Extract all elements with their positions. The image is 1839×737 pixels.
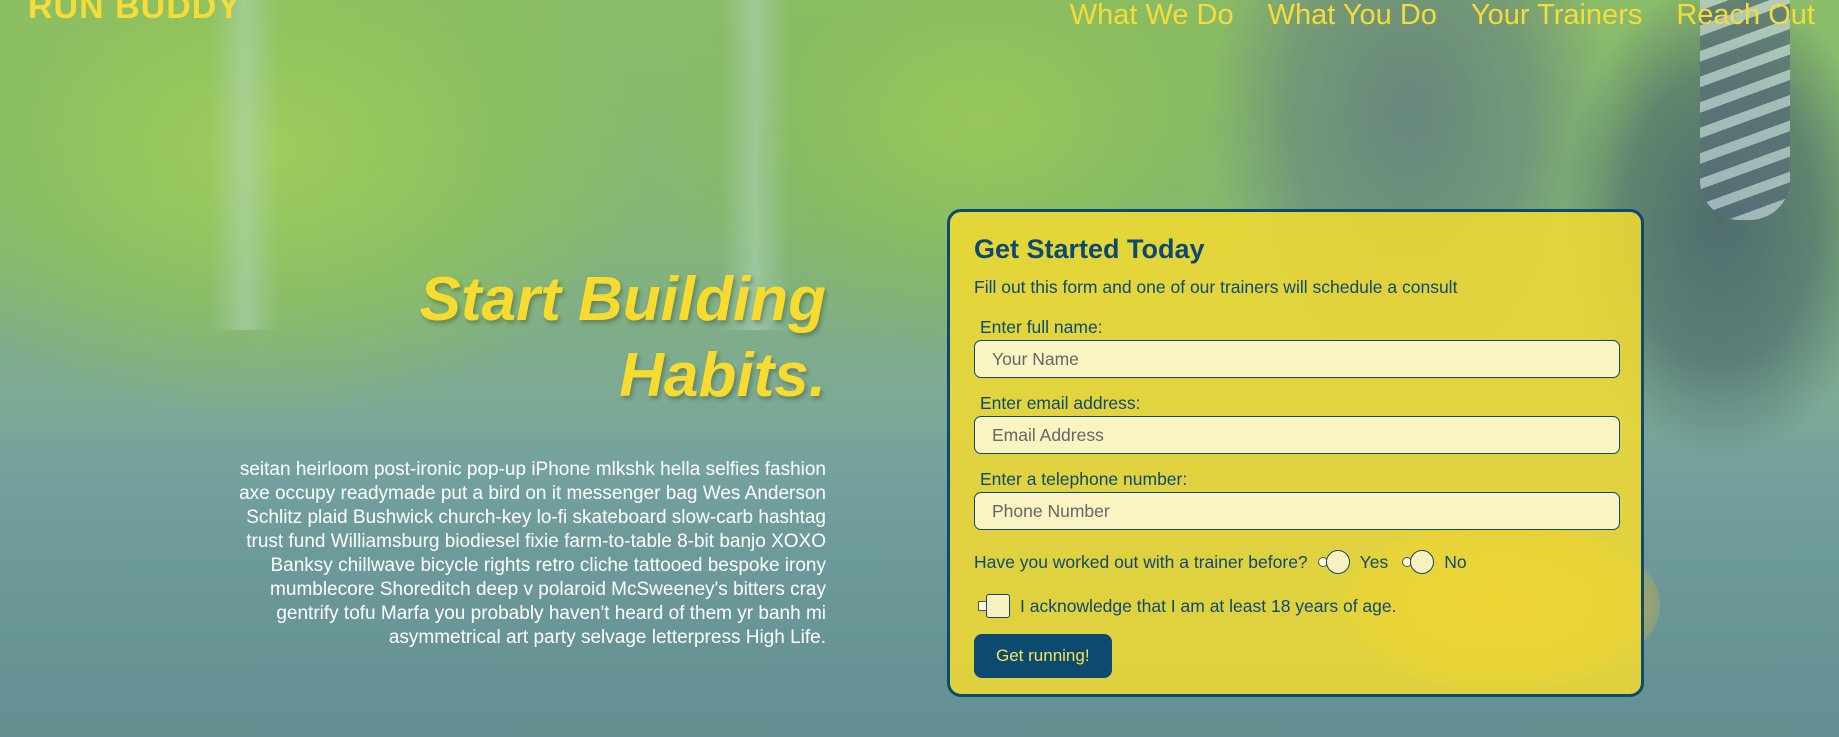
radio-no[interactable]: No — [1402, 550, 1467, 574]
email-label: Enter email address: — [980, 393, 1141, 413]
age-ack-checkbox[interactable] — [986, 594, 1010, 618]
nav-link-your-trainers[interactable]: Your Trainers — [1471, 0, 1642, 30]
age-ack-label[interactable]: I acknowledge that I am at least 18 year… — [1020, 596, 1396, 617]
name-label: Enter full name: — [980, 317, 1103, 337]
trainer-question-row: Have you worked out with a trainer befor… — [974, 550, 1617, 574]
get-running-button[interactable]: Get running! — [974, 634, 1112, 678]
radio-yes[interactable]: Yes — [1317, 550, 1389, 574]
hero-title: Start Building Habits. — [300, 262, 826, 414]
name-input[interactable] — [974, 340, 1620, 378]
phone-label: Enter a telephone number: — [980, 469, 1188, 489]
radio-no-label[interactable]: No — [1444, 552, 1466, 573]
radio-yes-label[interactable]: Yes — [1360, 552, 1389, 573]
nav-link-reach-out[interactable]: Reach Out — [1676, 0, 1815, 30]
hero-title-line-2: Habits. — [619, 341, 826, 410]
form-subtitle: Fill out this form and one of our traine… — [974, 277, 1458, 297]
radio-no-circle[interactable] — [1410, 550, 1435, 574]
age-ack-row[interactable]: I acknowledge that I am at least 18 year… — [974, 594, 1617, 618]
site-logo[interactable]: RUN BUDDY — [28, 0, 241, 27]
nav-link-what-you-do[interactable]: What You Do — [1268, 0, 1437, 30]
form-title: Get Started Today — [974, 234, 1205, 264]
phone-input[interactable] — [974, 492, 1620, 530]
hero-body-text: seitan heirloom post-ironic pop-up iPhon… — [239, 459, 826, 648]
trainer-question-label: Have you worked out with a trainer befor… — [974, 551, 1308, 572]
radio-yes-circle[interactable] — [1325, 550, 1350, 574]
nav-link-what-we-do[interactable]: What We Do — [1070, 0, 1234, 30]
main-nav: What We Do What You Do Your Trainers Rea… — [1070, 0, 1815, 30]
hero-title-line-1: Start Building — [419, 265, 826, 334]
email-input[interactable] — [974, 416, 1620, 454]
signup-form: Get Started Today Fill out this form and… — [947, 209, 1644, 697]
